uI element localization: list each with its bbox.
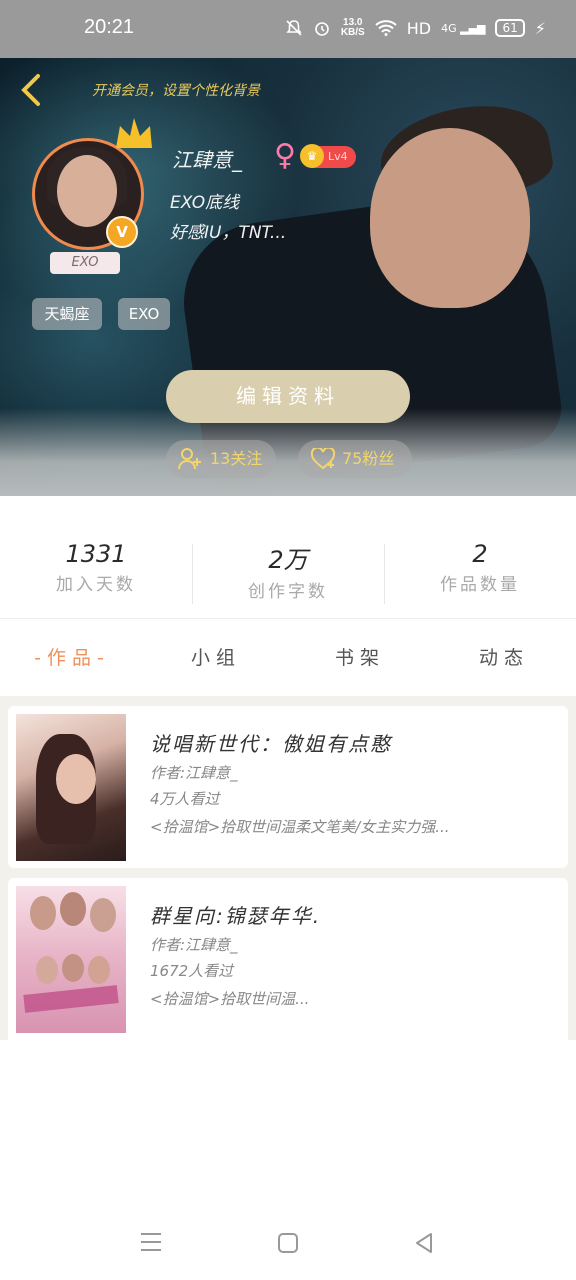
cover-face [62,954,84,982]
heart-icon [310,448,336,470]
fan-badge: EXO [50,252,120,274]
cover-banner [23,985,119,1013]
stat-label: 加入天数 [56,575,136,595]
work-description: <拾温馆>拾取世间温... [150,990,310,1008]
signal-4g: 4G ▂▄▆ [441,21,486,35]
work-reads: 4万人看过 [150,790,220,808]
crown-icon [116,118,152,148]
cover-face [60,892,86,926]
profile-header: 开通会员，设置个性化背景 V EXO 天蝎座 EXO 江肆意_ ♀ Lv4 ♛ … [0,58,576,496]
stat-label: 创作字数 [248,582,328,602]
stats-row: 1331 加入天数 2万 创作字数 2 作品数量 [0,540,576,610]
status-icons: 13.0 KB/S HD 4G ▂▄▆ 61 ⚡ [285,18,546,38]
works-list: 说唱新世代：傲姐有点憨 作者:江肆意_ 4万人看过 <拾温馆>拾取世间温柔文笔美… [0,696,576,1040]
work-reads: 1672人看过 [150,962,234,980]
tab-works[interactable]: -作品- [0,636,144,680]
level-crown-icon: ♛ [300,144,324,168]
status-bar: 20:21 13.0 KB/S HD 4G ▂▄▆ 61 ⚡ [0,0,576,58]
verified-icon: V [106,216,138,248]
edit-profile-button[interactable]: 编辑资料 [166,370,410,423]
system-nav-bar [0,1208,576,1280]
mute-bell-icon [286,20,302,36]
avatar-face [57,155,117,227]
profile-tabs: -作品- 小组 书架 动态 [0,636,576,680]
work-title[interactable]: 群星向:锦瑟年华. [150,900,321,929]
divider [0,618,576,619]
gender-female-icon: ♀ [274,138,296,173]
stat-label: 作品数量 [440,575,520,595]
menu-icon[interactable] [140,1232,162,1252]
work-card[interactable]: 说唱新世代：傲姐有点憨 作者:江肆意_ 4万人看过 <拾温馆>拾取世间温柔文笔美… [8,706,568,868]
work-title[interactable]: 说唱新世代：傲姐有点憨 [150,728,392,757]
bio-line-2: 好感IU，TNT... [170,223,287,243]
background-figure-head [370,128,530,308]
hd-indicator: HD [406,18,432,38]
vip-background-link[interactable]: 开通会员，设置个性化背景 [92,80,260,100]
stat-value: 2 [472,540,488,568]
add-user-icon [178,448,201,470]
username: 江肆意_ [172,148,242,172]
work-author: 作者:江肆意_ [150,764,238,782]
alarm-icon [315,22,329,36]
tag-exo[interactable]: EXO [118,298,170,330]
chevron-left-icon[interactable] [16,72,46,108]
tab-groups[interactable]: 小组 [144,636,288,680]
following-button[interactable]: 13关注 [166,440,276,478]
work-author: 作者:江肆意_ [150,936,238,954]
cover-face [88,956,110,984]
work-cover[interactable] [16,886,126,1033]
stat-works: 2 作品数量 [384,540,576,610]
back-icon[interactable] [413,1232,435,1254]
bio-line-1: EXO底线 [170,193,240,213]
network-speed: 13.0 KB/S [340,17,365,38]
stat-days: 1331 加入天数 [0,540,192,610]
cover-face [90,898,116,932]
followers-button[interactable]: 75粉丝 [298,440,412,478]
cover-face [30,896,56,930]
work-cover[interactable] [16,714,126,861]
stat-value: 1331 [65,540,127,568]
tab-bookshelf[interactable]: 书架 [288,636,432,680]
battery-indicator: 61 [495,19,525,37]
tag-zodiac[interactable]: 天蝎座 [32,298,102,330]
charging-icon: ⚡ [534,18,546,38]
work-description: <拾温馆>拾取世间温柔文笔美/女主实力强... [150,818,450,836]
stat-value: 2万 [268,546,308,574]
stat-words: 2万 创作字数 [192,540,384,610]
wifi-icon [375,20,397,36]
work-card[interactable]: 群星向:锦瑟年华. 作者:江肆意_ 1672人看过 <拾温馆>拾取世间温... [8,878,568,1040]
cover-face [36,956,58,984]
cover-face [56,754,96,804]
status-time: 20:21 [84,16,135,38]
tab-activity[interactable]: 动态 [432,636,576,680]
home-icon[interactable] [277,1232,299,1254]
